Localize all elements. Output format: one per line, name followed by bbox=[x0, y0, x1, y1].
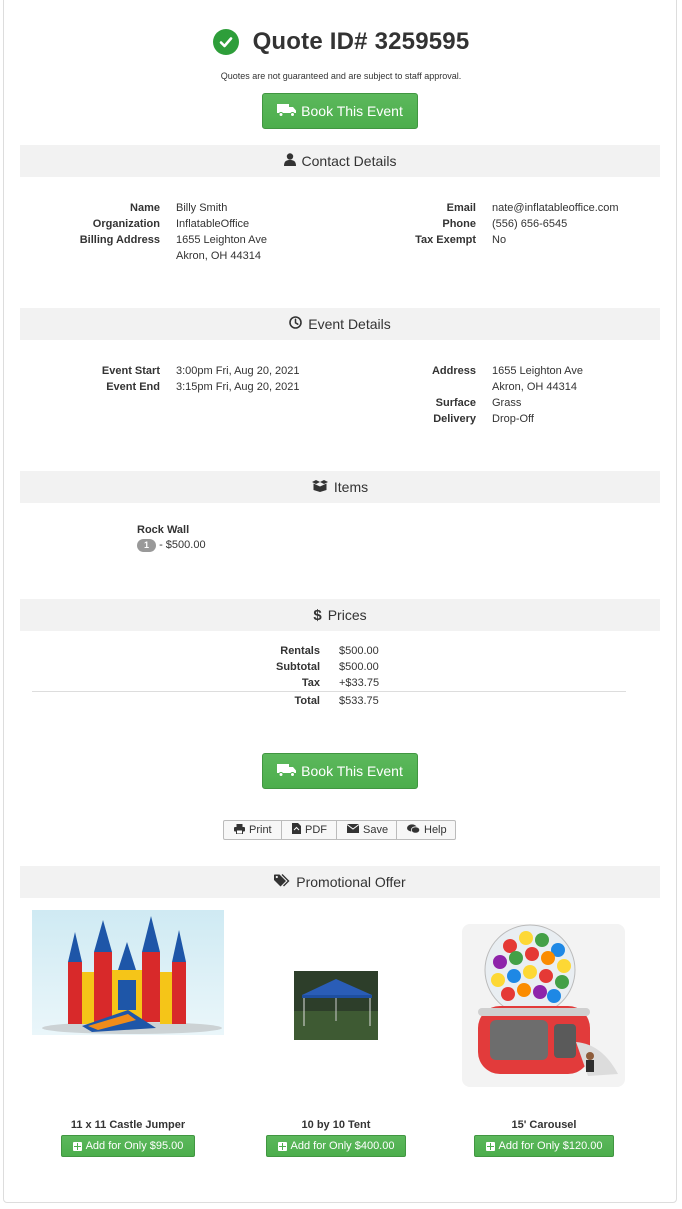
event-address-line2: Akron, OH 44314 bbox=[492, 381, 577, 393]
price-label: Subtotal bbox=[276, 661, 320, 673]
plus-square-icon bbox=[72, 1141, 82, 1151]
divider bbox=[32, 691, 626, 692]
list-item: Rock Wall 1 - $500.00 bbox=[137, 524, 206, 552]
field-label: Organization bbox=[92, 218, 160, 230]
event-details-title: Event Details bbox=[308, 316, 391, 332]
contact-organization-value: InflatableOffice bbox=[176, 218, 250, 230]
items-header: Items bbox=[20, 471, 660, 503]
truck-icon bbox=[277, 763, 297, 780]
pdf-button[interactable]: PDF bbox=[282, 821, 337, 839]
pdf-file-icon bbox=[292, 823, 301, 837]
event-start-value: 3:00pm Fri, Aug 20, 2021 bbox=[176, 365, 300, 377]
promotional-offer-title: Promotional Offer bbox=[296, 874, 406, 890]
plus-square-icon bbox=[485, 1141, 495, 1151]
field-label: Phone bbox=[442, 218, 476, 230]
price-breakdown: Rentals $500.00 Subtotal $500.00 Tax +$33.7… bbox=[240, 643, 379, 691]
quantity-badge: 1 bbox=[137, 539, 157, 552]
field-label: Billing Address bbox=[79, 234, 160, 246]
total-label: Total bbox=[294, 695, 320, 707]
promo-item-name: 10 by 10 Tent bbox=[301, 1119, 371, 1131]
truck-icon bbox=[277, 103, 297, 120]
rentals-value: $500.00 bbox=[339, 645, 379, 657]
add-button-label: Add for Only $120.00 bbox=[498, 1140, 603, 1152]
help-button[interactable]: Help bbox=[397, 821, 455, 839]
carousel-image[interactable] bbox=[462, 924, 625, 1087]
event-details-header: Event Details bbox=[20, 308, 660, 340]
check-circle-icon bbox=[212, 29, 239, 55]
clock-icon bbox=[289, 316, 303, 332]
save-button[interactable]: Save bbox=[337, 821, 397, 839]
event-right-fields: Address 1655 Leighton Ave Akron, OH 44314… bbox=[356, 363, 583, 427]
total-value: $533.75 bbox=[339, 695, 379, 707]
tax-exempt-value: No bbox=[492, 234, 507, 246]
comments-icon bbox=[407, 823, 421, 837]
print-icon bbox=[234, 823, 245, 837]
billing-address-line2: Akron, OH 44314 bbox=[176, 250, 261, 262]
subtotal-value: $500.00 bbox=[339, 661, 379, 673]
add-button-label: Add for Only $95.00 bbox=[85, 1140, 184, 1152]
quote-title: Quote ID# 3259595 bbox=[252, 28, 470, 55]
field-label: Email bbox=[446, 202, 476, 214]
total-row: Total $533.75 bbox=[240, 693, 379, 709]
item-name: Rock Wall bbox=[137, 524, 190, 536]
contact-details-header: Contact Details bbox=[20, 145, 660, 177]
add-button-label: Add for Only $400.00 bbox=[290, 1140, 395, 1152]
event-left-fields: Event Start 3:00pm Fri, Aug 20, 2021 Even… bbox=[40, 363, 300, 395]
field-label: Surface bbox=[435, 397, 476, 409]
field-label: Address bbox=[431, 365, 476, 377]
field-label: Event End bbox=[106, 381, 160, 393]
quote-header: Quote ID# 3259595 bbox=[0, 28, 682, 56]
quote-disclaimer: Quotes are not guaranteed and are subjec… bbox=[220, 71, 462, 81]
plus-square-icon bbox=[277, 1141, 287, 1151]
billing-address-line1: 1655 Leighton Ave bbox=[176, 234, 267, 246]
tax-value: +$33.75 bbox=[339, 677, 380, 689]
contact-left-fields: Name Billy Smith Organization InflatableOf… bbox=[40, 200, 267, 264]
surface-value: Grass bbox=[492, 397, 522, 409]
event-end-value: 3:15pm Fri, Aug 20, 2021 bbox=[176, 381, 300, 393]
action-button-group: Print PDF Save Help bbox=[223, 820, 456, 840]
event-address-line1: 1655 Leighton Ave bbox=[492, 365, 583, 377]
add-carousel-button[interactable]: Add for Only $120.00 bbox=[474, 1135, 614, 1157]
dollar-icon: $ bbox=[313, 606, 322, 624]
user-icon bbox=[283, 153, 296, 169]
add-tent-button[interactable]: Add for Only $400.00 bbox=[266, 1135, 406, 1157]
price-label: Tax bbox=[301, 677, 320, 689]
envelope-icon bbox=[346, 824, 360, 836]
field-label: Tax Exempt bbox=[415, 234, 476, 246]
promo-item-name: 11 x 11 Castle Jumper bbox=[70, 1119, 186, 1131]
price-label: Rentals bbox=[280, 645, 320, 657]
print-label: Print bbox=[249, 824, 272, 836]
book-event-label: Book This Event bbox=[301, 103, 403, 119]
save-label: Save bbox=[363, 824, 389, 836]
tent-image[interactable] bbox=[294, 971, 378, 1040]
field-label: Event Start bbox=[101, 365, 160, 377]
prices-title: Prices bbox=[327, 607, 367, 623]
contact-details-title: Contact Details bbox=[301, 153, 397, 169]
book-event-button-bottom[interactable]: Book This Event bbox=[262, 753, 418, 789]
item-price: - $500.00 bbox=[159, 539, 206, 551]
book-event-button[interactable]: Book This Event bbox=[262, 93, 418, 129]
castle-jumper-image[interactable] bbox=[32, 910, 224, 1035]
boxes-icon bbox=[311, 479, 328, 495]
pdf-label: PDF bbox=[305, 824, 327, 836]
add-castle-jumper-button[interactable]: Add for Only $95.00 bbox=[61, 1135, 195, 1157]
items-title: Items bbox=[333, 479, 369, 495]
book-event-label: Book This Event bbox=[301, 763, 403, 779]
prices-header: $ Prices bbox=[20, 599, 660, 631]
print-button[interactable]: Print bbox=[224, 821, 282, 839]
contact-email-value: nate@inflatableoffice.com bbox=[492, 202, 619, 214]
tags-icon bbox=[274, 874, 290, 890]
field-label: Delivery bbox=[433, 413, 476, 425]
contact-name-value: Billy Smith bbox=[176, 202, 228, 214]
delivery-value: Drop-Off bbox=[492, 413, 534, 425]
promotional-offer-header: Promotional Offer bbox=[20, 866, 660, 898]
promo-item-name: 15' Carousel bbox=[511, 1119, 577, 1131]
field-label: Name bbox=[130, 202, 160, 214]
field-label bbox=[356, 379, 476, 395]
contact-phone-value: (556) 656-6545 bbox=[492, 218, 568, 230]
contact-right-fields: Email nate@inflatableoffice.com Phone (556… bbox=[356, 200, 619, 248]
help-label: Help bbox=[424, 824, 447, 836]
field-label bbox=[40, 248, 160, 264]
